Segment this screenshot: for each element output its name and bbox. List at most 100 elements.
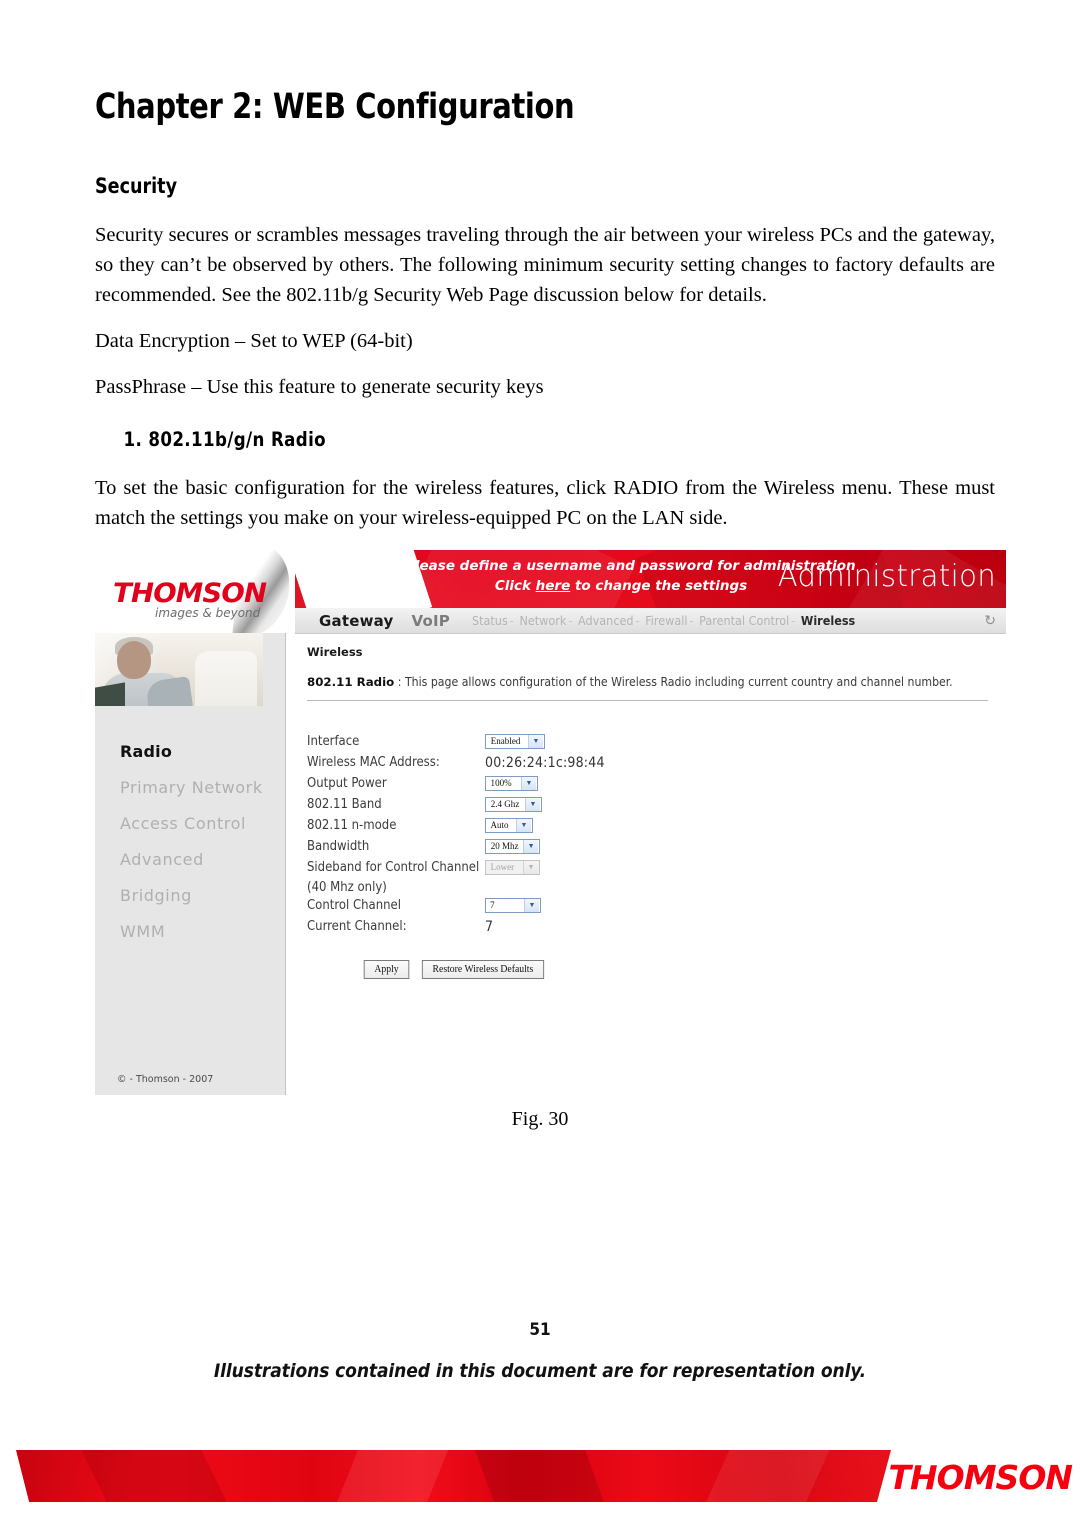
select-output-power[interactable]: 100% ▼ bbox=[485, 776, 538, 791]
nav-item-status[interactable]: Status bbox=[472, 613, 508, 628]
screenshot-header: THOMSON images & beyond Please define a … bbox=[95, 550, 1006, 634]
nav-item-parental-control[interactable]: Parental Control bbox=[699, 613, 789, 628]
select-802-11-band[interactable]: 2.4 Ghz ▼ bbox=[485, 797, 542, 812]
photo-chair bbox=[195, 651, 257, 706]
select-802-11-n-mode-value: Auto bbox=[490, 820, 509, 831]
nav-tab-gateway[interactable]: Gateway bbox=[319, 612, 393, 630]
select-sideband-control-channel[interactable]: Lower ▼ bbox=[485, 860, 540, 875]
select-control-channel[interactable]: 7 ▼ bbox=[485, 898, 541, 913]
chevron-down-icon: ▼ bbox=[524, 899, 539, 912]
apply-button[interactable]: Apply bbox=[363, 960, 410, 979]
page-description-line: 802.11 Radio : This page allows configur… bbox=[307, 675, 988, 689]
section-heading-security: Security bbox=[95, 173, 178, 198]
footer-disclaimer: Illustrations contained in this document… bbox=[213, 1360, 867, 1382]
form-button-row: Apply Restore Wireless Defaults bbox=[307, 960, 988, 979]
chevron-down-icon: ▼ bbox=[523, 861, 538, 874]
value-wireless-mac-address: 00:26:24:1c:98:44 bbox=[485, 755, 605, 771]
numbered-heading-radio: 1. 802.11b/g/n Radio bbox=[123, 427, 327, 451]
sidebar-item-advanced[interactable]: Advanced bbox=[95, 842, 285, 878]
select-control-channel-value: 7 bbox=[490, 900, 495, 911]
data-encryption-line: Data Encryption – Set to WEP (64-bit) bbox=[95, 329, 413, 352]
select-bandwidth-value: 20 Mhz bbox=[490, 841, 519, 852]
refresh-icon[interactable]: ↻ bbox=[984, 613, 996, 629]
sidebar-item-radio[interactable]: Radio bbox=[95, 734, 285, 770]
passphrase-line: PassPhrase – Use this feature to generat… bbox=[95, 375, 544, 398]
page-title-separator: : bbox=[397, 675, 402, 689]
banner-red-shape bbox=[16, 1450, 891, 1502]
photo-person-head bbox=[117, 641, 151, 679]
restore-wireless-defaults-button[interactable]: Restore Wireless Defaults bbox=[421, 960, 544, 979]
form-row-output-power: Output Power 100% ▼ bbox=[307, 774, 988, 795]
select-sideband-value: Lower bbox=[490, 862, 515, 873]
nav-item-firewall[interactable]: Firewall bbox=[645, 613, 687, 628]
banner-facet-decoration bbox=[333, 1450, 449, 1502]
main-navigation-bar: Gateway VoIP Status - Network - Advanced - … bbox=[295, 608, 1006, 634]
sidebar-photo bbox=[95, 633, 263, 706]
form-row-current-channel: Current Channel: 7 bbox=[307, 917, 988, 938]
form-row-band: 802.11 Band 2.4 Ghz ▼ bbox=[307, 795, 988, 816]
banner-facet-decoration bbox=[702, 1450, 830, 1502]
label-control-channel: Control Channel bbox=[307, 898, 401, 913]
select-output-power-value: 100% bbox=[490, 778, 512, 789]
select-802-11-band-value: 2.4 Ghz bbox=[490, 799, 520, 810]
thomson-logo: THOMSON images & beyond bbox=[95, 550, 295, 633]
thomson-tagline: images & beyond bbox=[155, 606, 261, 620]
click-suffix-text: to change the settings bbox=[570, 578, 748, 594]
select-interface-value: Enabled bbox=[490, 736, 521, 747]
chevron-down-icon: ▼ bbox=[521, 777, 536, 790]
admin-banner: Please define a username and password fo… bbox=[295, 550, 1006, 608]
sidebar-menu: Radio Primary Network Access Control Adv… bbox=[95, 706, 285, 950]
breadcrumb: Wireless bbox=[307, 645, 363, 659]
sidebar-item-primary-network[interactable]: Primary Network bbox=[95, 770, 285, 806]
label-output-power: Output Power bbox=[307, 776, 387, 791]
document-text-column: Chapter 2: WEB Configuration Security Se… bbox=[95, 0, 995, 533]
form-row-wireless-mac: Wireless MAC Address: 00:26:24:1c:98:44 bbox=[307, 753, 988, 774]
figure-caption: Fig. 30 bbox=[511, 1108, 569, 1130]
chevron-down-icon: ▼ bbox=[516, 819, 531, 832]
page-description-text: This page allows configuration of the Wi… bbox=[404, 675, 953, 689]
radio-intro-paragraph: To set the basic configuration for the w… bbox=[95, 476, 995, 529]
left-sidebar: Radio Primary Network Access Control Adv… bbox=[95, 633, 286, 1095]
banner-facet-decoration bbox=[81, 1450, 231, 1502]
nav-item-network[interactable]: Network bbox=[519, 613, 566, 628]
value-current-channel: 7 bbox=[485, 919, 494, 935]
select-interface[interactable]: Enabled ▼ bbox=[485, 734, 545, 749]
select-bandwidth[interactable]: 20 Mhz ▼ bbox=[485, 839, 540, 854]
intro-paragraph: Security secures or scrambles messages t… bbox=[95, 223, 995, 306]
content-divider bbox=[307, 700, 988, 701]
nav-item-advanced[interactable]: Advanced bbox=[578, 613, 634, 628]
footer-thomson-logo: THOMSON bbox=[888, 1458, 1073, 1497]
form-row-bandwidth: Bandwidth 20 Mhz ▼ bbox=[307, 837, 988, 858]
administration-title: Administration bbox=[777, 559, 996, 594]
nav-tab-voip[interactable]: VoIP bbox=[411, 612, 449, 630]
nav-item-wireless[interactable]: Wireless bbox=[801, 613, 855, 628]
form-row-interface: Interface Enabled ▼ bbox=[307, 732, 988, 753]
chevron-down-icon: ▼ bbox=[525, 798, 540, 811]
chevron-down-icon: ▼ bbox=[528, 735, 543, 748]
page-bottom-banner: THOMSON bbox=[0, 1448, 1080, 1504]
label-802-11-band: 802.11 Band bbox=[307, 797, 382, 812]
banner-facet-decoration bbox=[475, 1450, 607, 1502]
nav-subitems: Status - Network - Advanced - Firewall - Par… bbox=[471, 613, 856, 628]
form-row-control-channel: Control Channel 7 ▼ bbox=[307, 896, 988, 917]
sidebar-item-bridging[interactable]: Bridging bbox=[95, 878, 285, 914]
sidebar-item-wmm[interactable]: WMM bbox=[95, 914, 285, 950]
sidebar-copyright: © - Thomson - 2007 bbox=[117, 1074, 214, 1085]
label-sideband-control-channel: Sideband for Control Channel (40 Mhz onl… bbox=[307, 860, 480, 895]
form-row-sideband: Sideband for Control Channel (40 Mhz onl… bbox=[307, 858, 988, 896]
click-prefix-text: Click bbox=[494, 578, 536, 594]
thomson-wordmark: THOMSON bbox=[113, 578, 267, 609]
router-admin-screenshot: THOMSON images & beyond Please define a … bbox=[95, 550, 1006, 1095]
main-content-panel: Wireless 802.11 Radio : This page allows… bbox=[286, 633, 1006, 1095]
chevron-down-icon: ▼ bbox=[523, 840, 538, 853]
sidebar-item-access-control[interactable]: Access Control bbox=[95, 806, 285, 842]
change-settings-link[interactable]: here bbox=[536, 578, 571, 594]
select-802-11-n-mode[interactable]: Auto ▼ bbox=[485, 818, 533, 833]
label-wireless-mac-address: Wireless MAC Address: bbox=[307, 755, 440, 770]
form-row-n-mode: 802.11 n-mode Auto ▼ bbox=[307, 816, 988, 837]
chapter-title: Chapter 2: WEB Configuration bbox=[95, 87, 575, 127]
label-interface: Interface bbox=[307, 734, 360, 749]
label-current-channel: Current Channel: bbox=[307, 919, 407, 934]
page-number: 51 bbox=[529, 1320, 551, 1340]
radio-settings-form: Interface Enabled ▼ Wireless MAC Address… bbox=[307, 732, 988, 979]
